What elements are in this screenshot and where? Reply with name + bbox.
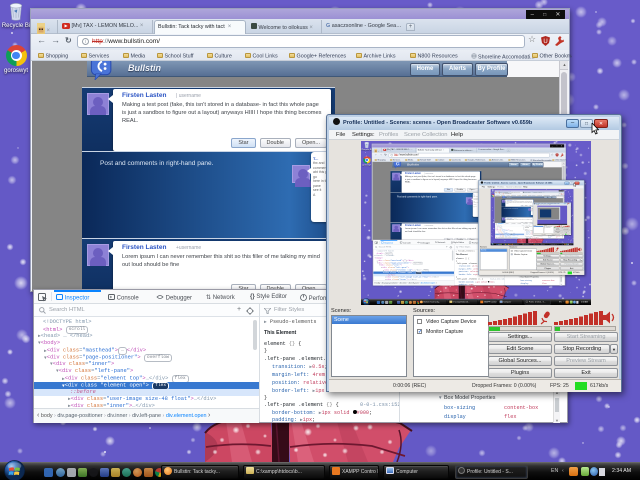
svg-text:U: U (543, 39, 547, 45)
